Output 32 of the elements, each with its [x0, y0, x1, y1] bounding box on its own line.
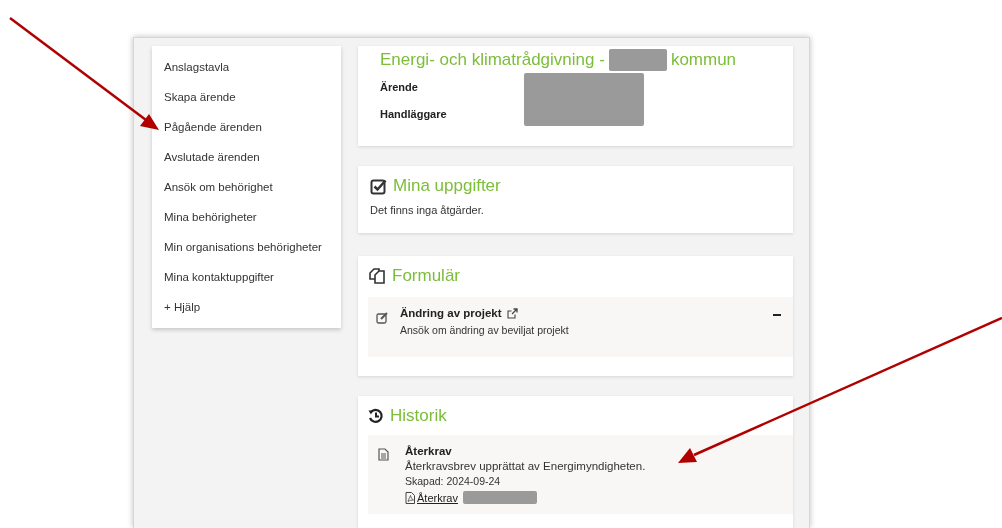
document-icon — [378, 448, 389, 461]
sidebar-link[interactable]: Mina kontaktuppgifter — [164, 262, 274, 292]
sidebar-link[interactable]: Pågående ärenden — [164, 112, 262, 142]
history-title: Återkrav — [405, 445, 452, 457]
sidebar-link[interactable]: Skapa ärende — [164, 82, 236, 112]
form-item[interactable]: Ändring av projekt Ansök om ändring av beviljat projekt — [368, 297, 793, 357]
form-title[interactable]: Ändring av projekt — [400, 307, 502, 319]
sidebar-link[interactable]: Ansök om behörighet — [164, 172, 273, 202]
sidebar-link[interactable]: + Hjälp — [164, 292, 201, 322]
section-title: Historik — [390, 406, 447, 426]
section-title: Mina uppgifter — [393, 176, 501, 196]
history-icon — [368, 408, 384, 424]
checkbox-icon — [370, 177, 387, 195]
attachment-link[interactable]: Återkrav — [417, 491, 458, 504]
redaction-block — [608, 49, 667, 71]
sidebar-link[interactable]: Mina behörigheter — [164, 202, 257, 232]
edit-icon — [376, 312, 388, 324]
documents-icon — [368, 267, 386, 285]
sidebar-link[interactable]: Avslutade ärenden — [164, 142, 260, 172]
field-label: Handläggare — [380, 108, 447, 123]
pdf-file-icon — [405, 491, 415, 504]
empty-message: Det finns inga åtgärder. — [370, 204, 484, 216]
history-description: Återkravsbrev upprättat av Energimyndigheten. — [405, 460, 646, 472]
sidebar-link[interactable]: Anslagstavla — [164, 52, 230, 82]
external-link-icon[interactable] — [506, 307, 518, 319]
created-date: Skapad: 2024-09-24 — [405, 475, 502, 487]
section-title: Formulär — [392, 266, 460, 286]
case-title-suffix: kommun — [670, 50, 737, 70]
sidebar-link[interactable]: Min organisations behörigheter — [164, 232, 322, 262]
field-label: Ärende — [380, 80, 418, 95]
form-description: Ansök om ändring av beviljat projekt — [400, 324, 569, 336]
case-title: Energi- och klimatrådgivning - — [380, 50, 605, 70]
